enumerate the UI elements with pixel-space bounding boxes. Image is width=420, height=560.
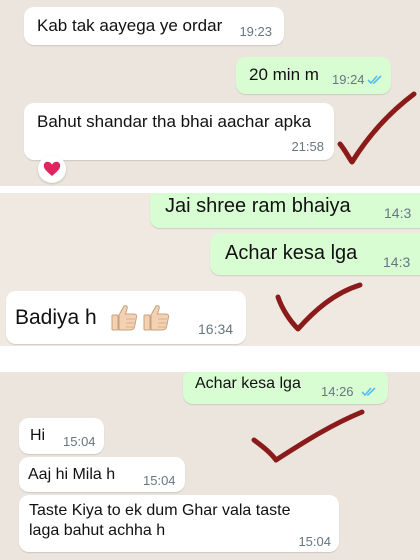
message-time: 21:58 xyxy=(291,139,324,154)
message-time: 19:24 xyxy=(332,72,365,87)
incoming-message[interactable]: Aaj hi Mila h 15:04 xyxy=(19,457,185,492)
message-text: Bahut shandar tha bhai aachar apka xyxy=(37,112,312,131)
message-time: 15:04 xyxy=(63,434,96,449)
message-text-line-2: laga bahut achha h xyxy=(29,522,166,539)
red-checkmark-annotation xyxy=(251,409,365,463)
chat-screenshot-3: Achar kesa lga 14:26 Hi 15:04 Aaj hi Mil… xyxy=(0,372,420,560)
thumbs-up-icon xyxy=(143,305,170,331)
message-text: Aaj hi Mila h xyxy=(28,466,116,483)
message-time: 14:3 xyxy=(384,205,412,221)
message-text: 20 min m xyxy=(249,65,319,84)
message-time: 16:34 xyxy=(198,321,234,337)
read-ticks-icon xyxy=(367,75,382,85)
chat-screenshot-1: Kab tak aayega ye ordar 19:23 20 min m 1… xyxy=(0,0,420,186)
message-text: Achar kesa lga xyxy=(195,375,301,392)
message-text: Jai shree ram bhaiya xyxy=(165,195,351,217)
message-time: 15:04 xyxy=(143,473,176,488)
outgoing-message[interactable]: Jai shree ram bhaiya 14:3 xyxy=(150,193,420,228)
red-checkmark-annotation xyxy=(337,91,417,165)
message-text: Badiya h xyxy=(15,306,97,329)
heart-icon xyxy=(43,161,61,176)
message-time: 14:26 xyxy=(321,384,354,399)
heart-reaction[interactable] xyxy=(38,155,66,183)
message-text: Achar kesa lga xyxy=(225,242,358,264)
outgoing-message[interactable]: Achar kesa lga 14:26 xyxy=(183,372,388,404)
incoming-message[interactable]: Bahut shandar tha bhai aachar apka 21:58 xyxy=(24,103,334,160)
chat-screenshot-2: Jai shree ram bhaiya 14:3 Achar kesa lga… xyxy=(0,193,420,346)
incoming-message[interactable]: Kab tak aayega ye ordar 19:23 xyxy=(24,7,284,45)
red-checkmark-annotation xyxy=(275,282,363,332)
message-time: 14:3 xyxy=(383,254,411,270)
message-text-line-1: Taste Kiya to ek dum Ghar vala taste xyxy=(29,502,291,519)
thumbs-up-icon xyxy=(111,305,138,331)
incoming-message[interactable]: Taste Kiya to ek dum Ghar vala taste lag… xyxy=(19,495,339,552)
message-text: Hi xyxy=(30,427,46,444)
incoming-message[interactable]: Hi 15:04 xyxy=(19,418,104,454)
message-time: 19:23 xyxy=(239,24,272,39)
outgoing-message[interactable]: Achar kesa lga 14:3 xyxy=(210,233,420,275)
incoming-message[interactable]: Badiya h 16:34 xyxy=(6,291,246,344)
read-ticks-icon xyxy=(361,387,376,397)
message-time: 15:04 xyxy=(298,534,331,549)
message-text: Kab tak aayega ye ordar xyxy=(37,16,223,35)
